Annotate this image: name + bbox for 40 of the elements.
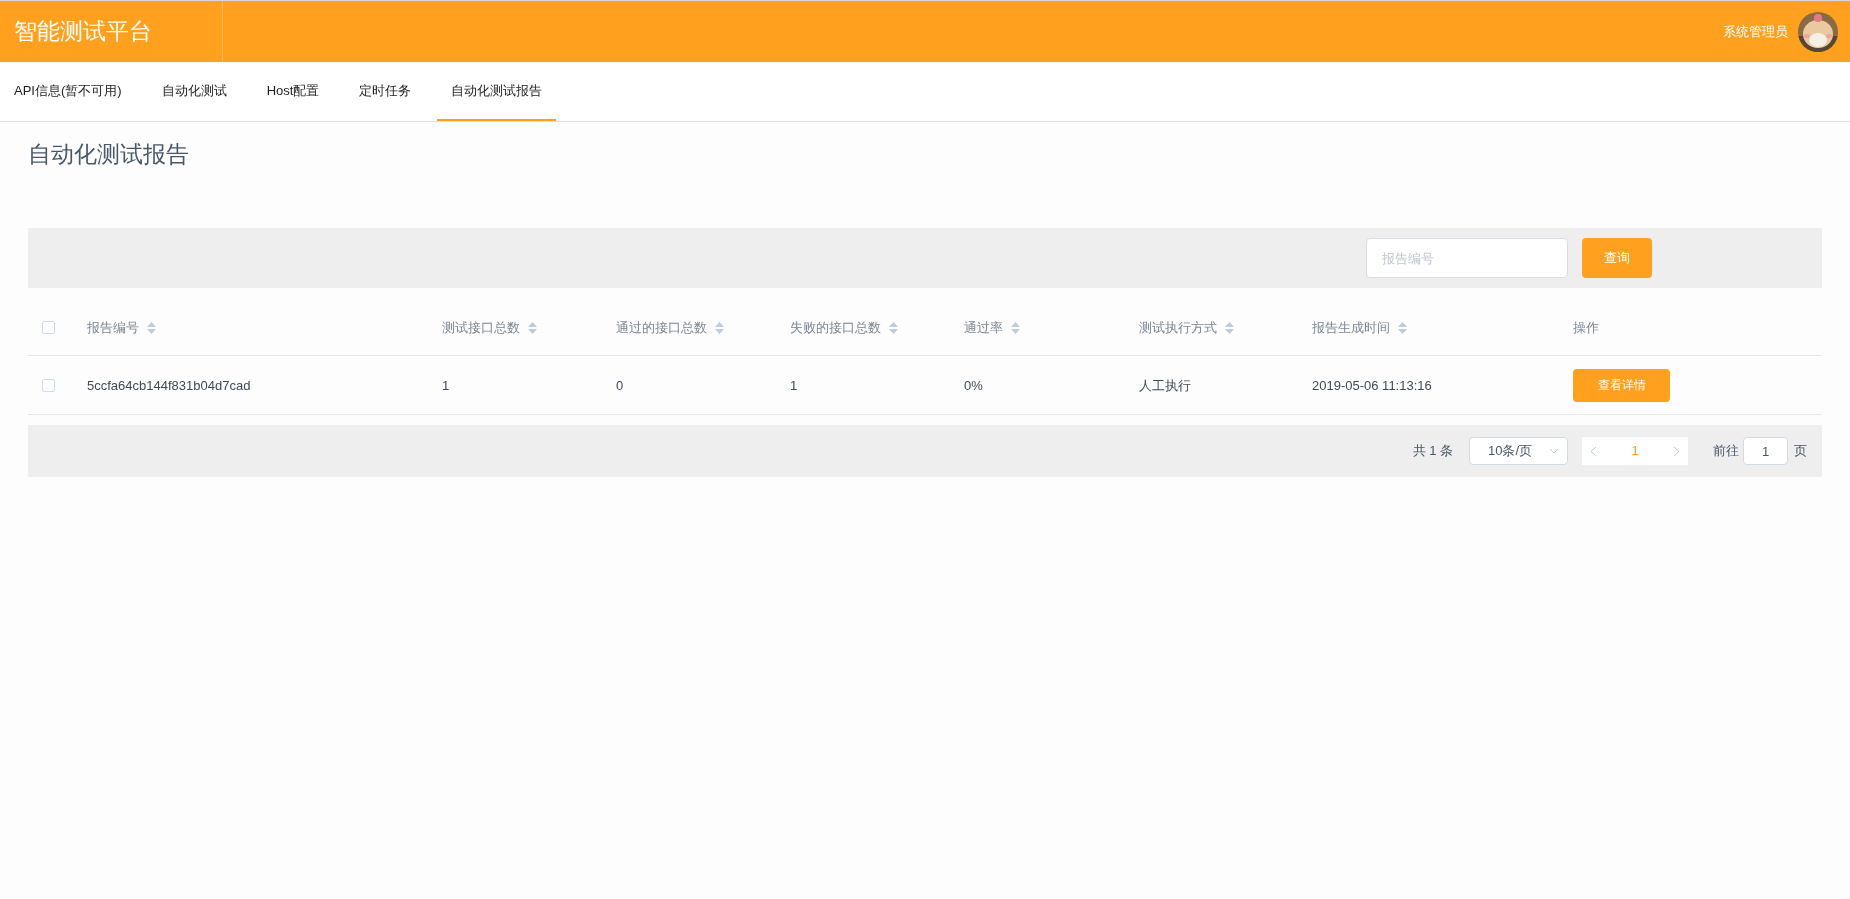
next-page-icon[interactable] — [1673, 445, 1680, 457]
search-field[interactable]: 报告编号 — [1366, 238, 1568, 278]
table-cell: 0% — [964, 378, 983, 393]
column-header: 操作 — [1573, 318, 1599, 337]
table-cell: 5ccfa64cb144f831b04d7cad — [87, 378, 251, 393]
table-cell: 2019-05-06 11:13:16 — [1312, 378, 1432, 393]
nav-tab[interactable]: API信息(暂不可用) — [0, 62, 136, 121]
sort-icon[interactable] — [1398, 321, 1407, 334]
nav-tab[interactable]: 定时任务 — [345, 62, 426, 121]
sort-icon[interactable] — [147, 321, 156, 334]
chevron-down-icon — [1549, 448, 1559, 454]
page-suffix: 页 — [1794, 442, 1807, 461]
goto-page-field[interactable]: 1 — [1743, 437, 1788, 465]
sort-icon[interactable] — [528, 321, 537, 334]
nav-tab[interactable]: Host配置 — [252, 62, 334, 121]
column-header: 通过的接口总数 — [616, 318, 707, 337]
goto-label: 前往 — [1713, 442, 1739, 461]
column-header: 测试执行方式 — [1139, 318, 1217, 337]
nav-tab[interactable]: 自动化测试 — [147, 62, 241, 121]
total-count: 共 1 条 — [1412, 442, 1453, 461]
table-cell: 0 — [616, 378, 624, 393]
table-cell: 1 — [442, 378, 450, 393]
column-header: 失败的接口总数 — [790, 318, 881, 337]
sort-icon[interactable] — [715, 321, 724, 334]
checkbox[interactable] — [42, 378, 55, 392]
page-size-select[interactable]: 10条/页 — [1469, 437, 1568, 465]
sort-icon[interactable] — [1011, 321, 1020, 334]
table-cell: 1 — [790, 378, 798, 393]
page-title: 自动化测试报告 — [28, 141, 189, 167]
column-header: 报告编号 — [87, 318, 139, 337]
app-title: 智能测试平台 — [14, 17, 152, 47]
nav-tab[interactable]: 自动化测试报告 — [437, 62, 557, 121]
column-header: 通过率 — [964, 318, 1003, 337]
previous-page-icon[interactable] — [1590, 445, 1597, 457]
table-cell: 人工执行 — [1139, 378, 1191, 393]
column-header: 测试接口总数 — [442, 318, 520, 337]
column-header: 报告生成时间 — [1312, 318, 1390, 337]
checkbox[interactable] — [42, 321, 55, 334]
sort-icon[interactable] — [889, 321, 898, 334]
sort-icon[interactable] — [1225, 321, 1234, 334]
